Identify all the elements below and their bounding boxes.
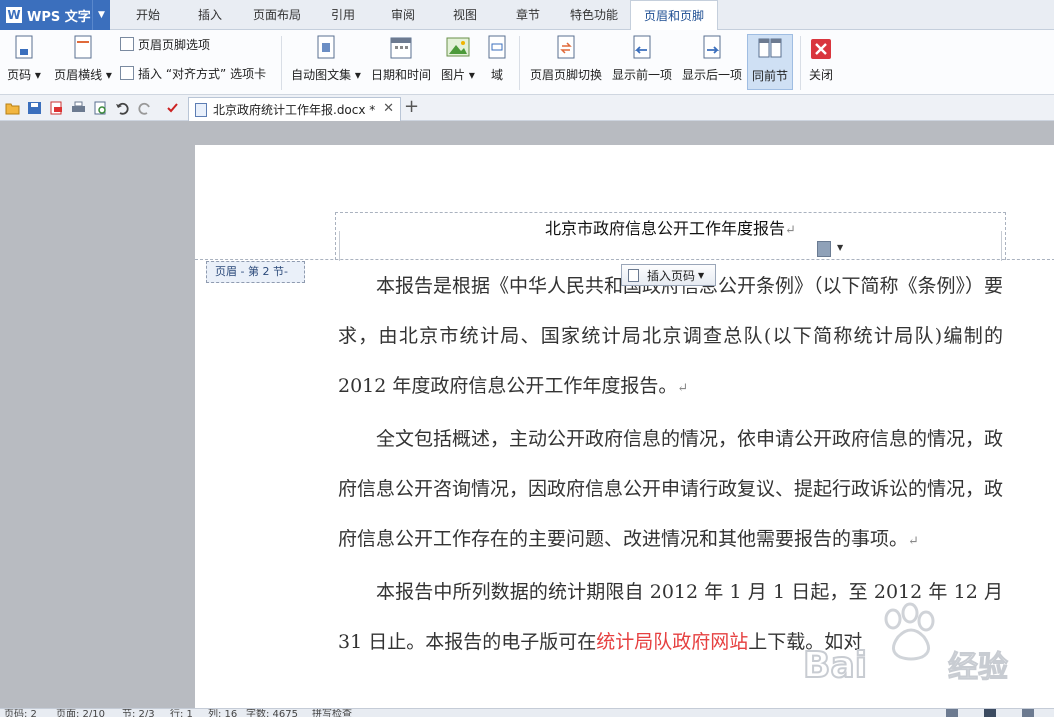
header-line-icon (74, 35, 92, 59)
tab-insert[interactable]: 插入 (187, 0, 233, 30)
insert-align-tab-label: 插入 “对齐方式” 选项卡 (138, 66, 267, 81)
options-icon (120, 37, 134, 51)
close-header-footer-button[interactable]: 关闭 (806, 34, 836, 90)
ribbon-separator (519, 36, 520, 90)
ribbon-separator (800, 36, 801, 90)
open-folder-icon[interactable] (5, 101, 20, 115)
print-icon[interactable] (71, 101, 86, 115)
paste-options-icon[interactable] (817, 241, 831, 257)
tab-review[interactable]: 审阅 (380, 0, 426, 30)
print-preview-icon[interactable] (93, 101, 108, 115)
page-number-icon (628, 268, 639, 282)
status-row: 行: 1 (170, 709, 193, 717)
insert-tab-icon (120, 66, 134, 80)
status-column: 列: 16 (208, 709, 238, 717)
view-mode-icon[interactable] (946, 709, 958, 717)
tab-home[interactable]: 开始 (125, 0, 171, 30)
svg-text:经验: 经验 (948, 650, 1008, 685)
date-time-button[interactable]: 日期和时间 (370, 34, 432, 90)
svg-text:Bai: Bai (803, 645, 867, 686)
wps-logo-icon: W (6, 7, 22, 23)
auto-text-button[interactable]: 自动图文集 ▾ (290, 34, 362, 90)
paragraph[interactable]: 全文包括概述，主动公开政府信息的情况，依申请公开政府信息的情况，政府信息公开咨询… (338, 414, 1003, 567)
picture-label: 图片 (441, 68, 466, 82)
ribbon-separator (281, 36, 282, 90)
status-bar: 页码: 2 页面: 2/10 节: 2/3 行: 1 列: 16 字数: 467… (0, 708, 1054, 717)
page-view-icon[interactable] (984, 709, 996, 717)
app-name: WPS 文字 (27, 9, 91, 25)
calendar-icon (390, 37, 412, 59)
arrow-left-icon (633, 35, 651, 59)
status-pages: 页面: 2/10 (56, 709, 106, 717)
quick-access-bar: 北京政府统计工作年报.docx * ✕ + (0, 95, 1054, 121)
link-sections-icon (758, 38, 782, 58)
chevron-down-icon[interactable]: ▼ (698, 271, 704, 280)
auto-text-icon (317, 35, 335, 59)
tab-chapter[interactable]: 章节 (505, 0, 551, 30)
website-link[interactable]: 统计局队政府网站 (596, 631, 748, 653)
show-next-button[interactable]: 显示后一项 (681, 34, 743, 90)
field-label: 域 (490, 68, 503, 82)
picture-button[interactable]: 图片 ▾ (438, 34, 478, 90)
same-as-previous-label: 同前节 (751, 69, 788, 83)
undo-icon[interactable] (115, 101, 130, 115)
auto-text-label: 自动图文集 (291, 68, 352, 82)
status-page-number: 页码: 2 (4, 709, 37, 717)
switch-header-footer-icon (557, 35, 575, 59)
baidu-watermark-logo: Bai 经验 (802, 602, 1009, 687)
customize-quick-access-icon[interactable] (165, 101, 180, 115)
show-previous-button[interactable]: 显示前一项 (611, 34, 673, 90)
document-tab[interactable]: 北京政府统计工作年报.docx * ✕ (188, 97, 401, 121)
tab-special-features[interactable]: 特色功能 (561, 0, 627, 30)
show-next-label: 显示后一项 (681, 68, 742, 82)
header-text[interactable]: 北京市政府信息公开工作年度报告↵ (336, 215, 1005, 239)
header-line-label: 页眉横线 (54, 68, 103, 82)
save-icon[interactable] (27, 101, 42, 115)
field-icon (488, 35, 506, 59)
page-number-button[interactable]: 页码 ▾ (6, 34, 42, 90)
tab-page-layout[interactable]: 页面布局 (244, 0, 310, 30)
header-region[interactable]: 北京市政府信息公开工作年度报告↵ (335, 212, 1006, 261)
insert-page-number-button[interactable]: 插入页码 ▼ (621, 264, 716, 286)
document-icon (195, 102, 207, 117)
ribbon: 页码 ▾ 页眉横线 ▾ 页眉页脚选项 插入 “对齐方式” 选项卡 自动图文集 ▾… (0, 30, 1054, 95)
chevron-down-icon[interactable]: ▼ (92, 0, 110, 30)
close-icon (811, 39, 831, 59)
status-char-count: 字数: 4675 (246, 709, 298, 717)
header-footer-options-label: 页眉页脚选项 (138, 37, 211, 52)
chevron-down-icon[interactable]: ▼ (837, 243, 843, 252)
close-label: 关闭 (808, 68, 833, 82)
export-pdf-icon[interactable] (49, 101, 64, 115)
insert-align-tab-button[interactable]: 插入 “对齐方式” 选项卡 (120, 63, 266, 83)
status-section: 节: 2/3 (122, 709, 155, 717)
header-footer-options-button[interactable]: 页眉页脚选项 (120, 34, 210, 54)
page-number-label: 页码 (7, 68, 32, 82)
header-line-button[interactable]: 页眉横线 ▾ (52, 34, 114, 90)
tab-header-footer[interactable]: 页眉和页脚 (630, 0, 718, 31)
page-number-icon (15, 35, 33, 59)
switch-header-footer-button[interactable]: 页眉页脚切换 (528, 34, 604, 90)
document-canvas[interactable]: 北京市政府信息公开工作年度报告↵ ▼ 页眉 - 第 2 节- 本报告是根据《中华… (0, 121, 1054, 708)
close-tab-icon[interactable]: ✕ (383, 101, 394, 116)
new-tab-icon[interactable]: + (404, 96, 419, 117)
document-tab-title: 北京政府统计工作年报.docx * (213, 103, 376, 117)
app-menu-button[interactable]: W WPS 文字 ▼ (0, 0, 110, 30)
show-previous-label: 显示前一项 (611, 68, 672, 82)
tab-references[interactable]: 引用 (320, 0, 366, 30)
header-boundary (195, 259, 1054, 260)
outline-view-icon[interactable] (1022, 709, 1034, 717)
picture-icon (446, 37, 470, 57)
date-time-label: 日期和时间 (370, 68, 431, 82)
redo-icon[interactable] (137, 101, 152, 115)
header-section-label: 页眉 - 第 2 节- (206, 261, 305, 283)
insert-page-number-label: 插入页码 (647, 268, 696, 283)
same-as-previous-button[interactable]: 同前节 (747, 34, 793, 90)
tab-view[interactable]: 视图 (442, 0, 488, 30)
switch-header-footer-label: 页眉页脚切换 (529, 68, 602, 82)
field-button[interactable]: 域 (484, 34, 510, 90)
spell-check-toggle[interactable]: 拼写检查 (312, 709, 352, 717)
ribbon-tab-bar: W WPS 文字 ▼ 开始 插入 页面布局 引用 审阅 视图 章节 特色功能 页… (0, 0, 1054, 31)
arrow-right-icon (703, 35, 721, 59)
